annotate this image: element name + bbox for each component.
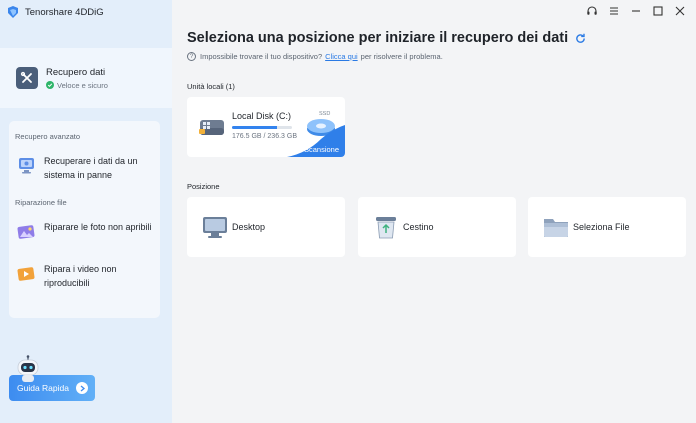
advanced-panel: Recupero avanzato Recuperare i dati da u… [9, 121, 160, 318]
location-recycle-bin[interactable]: Cestino [358, 197, 516, 257]
repair-section-heading: Riparazione file [15, 198, 67, 207]
recycle-bin-label: Cestino [403, 222, 434, 232]
shield-check-icon [46, 81, 54, 89]
arrow-right-icon [76, 382, 88, 394]
desktop-label: Desktop [232, 222, 266, 232]
disk-name: Local Disk (C:) [232, 111, 292, 121]
nav-recovery-label: Recupero dati [46, 66, 106, 78]
close-icon [675, 6, 685, 16]
crashed-pc-icon [19, 158, 34, 174]
maximize-icon [653, 6, 663, 16]
minimize-button[interactable] [628, 4, 644, 18]
local-units-label: Unità locali (1) [187, 82, 235, 91]
nav-crashed-system-recovery[interactable]: Recuperare i dati da un sistema in panne [17, 154, 156, 182]
quick-guide: Guida Rapida [9, 355, 95, 401]
help-prefix: Impossibile trovare il tuo dispositivo? [200, 52, 323, 61]
support-button[interactable] [584, 4, 600, 18]
advanced-section-heading: Recupero avanzato [15, 132, 81, 141]
main-content: Seleziona una posizione per iniziare il … [172, 0, 696, 423]
nav-data-recovery[interactable]: Recupero dati Veloce e sicuro [0, 48, 172, 108]
photo-repair-icon [17, 225, 35, 239]
help-suffix: per risolvere il problema. [360, 52, 443, 61]
menu-icon [610, 7, 618, 15]
window-controls [584, 4, 688, 18]
app-title: Tenorshare 4DDiG [25, 6, 104, 18]
sidebar: Tenorshare 4DDiG Recupero dati Veloce e … [0, 0, 172, 423]
desktop-icon [203, 217, 227, 238]
select-file-label: Seleziona File [573, 222, 630, 232]
minimize-icon [632, 10, 640, 12]
scan-button[interactable]: Scansione [304, 145, 339, 154]
location-desktop[interactable]: Desktop [187, 197, 345, 257]
close-button[interactable] [672, 4, 688, 18]
quick-guide-label: Guida Rapida [17, 383, 69, 393]
nav-video-repair[interactable]: Ripara i video non riproducibili [17, 262, 156, 290]
position-label: Posizione [187, 182, 220, 191]
photo-repair-label: Riparare le foto non apribili [44, 222, 152, 232]
crashed-system-label: Recuperare i dati da un sistema in panne [44, 156, 138, 180]
page-title: Seleziona una posizione per iniziare il … [187, 30, 569, 46]
maximize-button[interactable] [650, 4, 666, 18]
video-repair-label: Ripara i video non riproducibili [44, 264, 117, 288]
folder-icon [544, 219, 568, 237]
app-logo-icon [8, 6, 18, 18]
disk-usage-bar [232, 126, 292, 129]
tools-icon [16, 67, 38, 89]
help-line: ? Impossibile trovare il tuo dispositivo… [187, 52, 443, 61]
app-header: Tenorshare 4DDiG [0, 0, 172, 24]
location-select-file[interactable]: Seleziona File [528, 197, 686, 257]
hard-disk-icon [199, 120, 224, 135]
nav-photo-repair[interactable]: Riparare le foto non apribili [17, 220, 156, 241]
disk-usage-fill [232, 126, 277, 129]
question-icon: ? [187, 52, 196, 61]
nav-recovery-status: Veloce e sicuro [57, 80, 108, 90]
video-repair-icon [17, 267, 35, 281]
help-link[interactable]: Clicca qui [325, 52, 358, 61]
refresh-icon[interactable] [575, 33, 586, 44]
menu-button[interactable] [606, 4, 622, 18]
local-disk-card[interactable]: Local Disk (C:) 176.5 GB / 236.3 GB SSD … [187, 97, 345, 157]
recycle-bin-icon [376, 217, 396, 239]
robot-mascot-icon [17, 355, 39, 382]
headset-icon [587, 6, 597, 15]
